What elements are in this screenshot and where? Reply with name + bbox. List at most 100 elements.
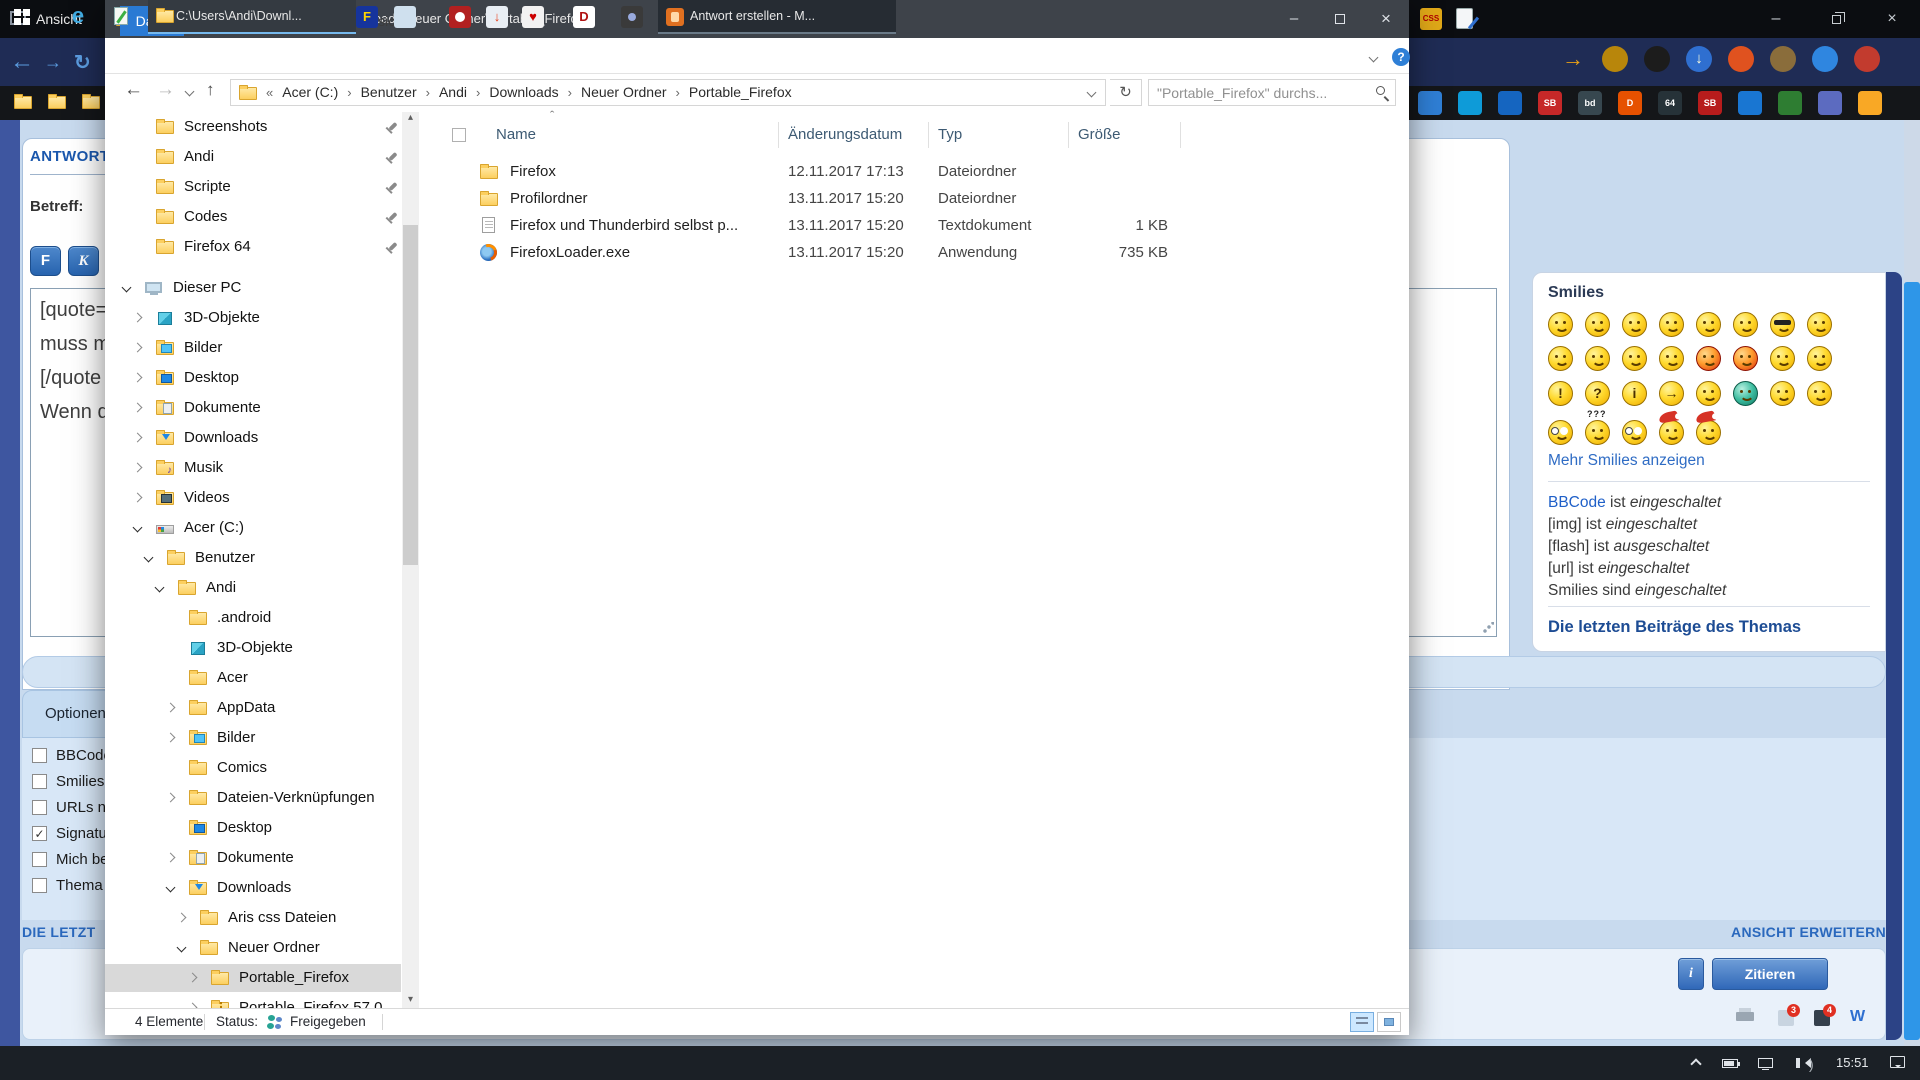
browser-action-icon[interactable]: → xyxy=(1560,46,1586,72)
tree-item-comics[interactable]: Comics xyxy=(105,754,401,782)
column-separator[interactable] xyxy=(1068,122,1069,148)
close-button[interactable]: × xyxy=(1363,0,1409,38)
tree-item-dieser-pc[interactable]: Dieser PC xyxy=(105,274,401,302)
expand-view-link[interactable]: ANSICHT ERWEITERN xyxy=(1640,924,1886,940)
bookmark-favicon[interactable] xyxy=(1818,91,1842,115)
select-all-checkbox[interactable] xyxy=(452,128,466,142)
smiley-exclaim[interactable]: ! xyxy=(1548,381,1573,406)
chevron-collapsed-icon[interactable] xyxy=(133,433,143,443)
browser-action-icon[interactable] xyxy=(1854,46,1880,72)
smiley-evil2[interactable] xyxy=(1733,346,1758,371)
nav-up-icon[interactable]: ↑ xyxy=(206,80,215,100)
notification-icon[interactable]: 4 xyxy=(1814,1010,1830,1026)
column-header-size[interactable]: Größe xyxy=(1078,122,1121,148)
notes-addon-icon[interactable] xyxy=(1456,8,1473,29)
tree-item-3d-objekte[interactable]: 3D-Objekte xyxy=(105,304,401,332)
media-player-icon[interactable] xyxy=(449,6,471,28)
smiley-blush[interactable] xyxy=(1622,346,1647,371)
search-input[interactable] xyxy=(1149,80,1395,105)
breadcrumb-item-portable-firefox[interactable]: Portable_Firefox xyxy=(685,80,796,105)
bookmark-favicon[interactable]: SB xyxy=(1698,91,1722,115)
tree-item-downloads[interactable]: Downloads xyxy=(105,874,401,902)
smiley-cry[interactable] xyxy=(1659,346,1684,371)
smiley-uhoh[interactable] xyxy=(1548,420,1573,445)
chevron-collapsed-icon[interactable] xyxy=(133,313,143,323)
tree-item-desktop[interactable]: Desktop xyxy=(105,364,401,392)
smiley-mrgreen[interactable] xyxy=(1733,381,1758,406)
printer-icon[interactable] xyxy=(1736,1012,1754,1021)
search-icon[interactable] xyxy=(1376,86,1385,95)
column-header-name[interactable]: Name xyxy=(496,122,536,148)
bookmark-favicon[interactable] xyxy=(1458,91,1482,115)
w-icon[interactable]: W xyxy=(1850,1008,1865,1026)
camera-tool-icon[interactable] xyxy=(621,6,643,28)
view-thumbnails-button[interactable] xyxy=(1377,1012,1401,1032)
column-header-type[interactable]: Typ xyxy=(938,122,962,148)
smiley-wink[interactable] xyxy=(1807,346,1832,371)
tree-item-android[interactable]: .android xyxy=(105,604,401,632)
quote-button[interactable]: Zitieren xyxy=(1712,958,1828,990)
breadcrumb-item-downloads[interactable]: Downloads xyxy=(485,80,562,105)
bookmark-favicon[interactable]: D xyxy=(1618,91,1642,115)
more-smilies-link[interactable]: Mehr Smilies anzeigen xyxy=(1548,452,1705,470)
smiley-cool[interactable] xyxy=(1770,312,1795,337)
chevron-expanded-icon[interactable] xyxy=(166,883,176,893)
chevron-collapsed-icon[interactable] xyxy=(177,913,187,923)
start-button[interactable] xyxy=(0,0,56,34)
browser-forward-icon[interactable]: → xyxy=(44,52,62,73)
chevron-collapsed-icon[interactable] xyxy=(133,343,143,353)
firefox-f-app-icon[interactable]: F xyxy=(356,6,378,28)
nav-forward-icon[interactable]: → xyxy=(156,79,175,101)
tree-item-acer[interactable]: Acer xyxy=(105,664,401,692)
chevron-expanded-icon[interactable] xyxy=(177,943,187,953)
smiley-santa2[interactable] xyxy=(1696,420,1721,445)
bookmark-favicon[interactable] xyxy=(1778,91,1802,115)
css-addon-icon[interactable]: CSS xyxy=(1420,8,1442,30)
address-dropdown-icon[interactable] xyxy=(1087,88,1097,98)
chevron-collapsed-icon[interactable] xyxy=(133,403,143,413)
checkbox-thema[interactable] xyxy=(32,878,47,893)
tree-item-appdata[interactable]: AppData xyxy=(105,694,401,722)
tree-item-downloads[interactable]: Downloads xyxy=(105,424,401,452)
file-row-profilordner[interactable]: Profilordner13.11.2017 15:20Dateiordner xyxy=(440,185,1200,212)
chevron-collapsed-icon[interactable] xyxy=(166,793,176,803)
smiley-shock[interactable] xyxy=(1659,312,1684,337)
tree-item-scripte[interactable]: Scripte xyxy=(105,173,401,201)
notepad-app-icon[interactable] xyxy=(100,0,144,34)
bookmark-folder-icon[interactable] xyxy=(48,96,66,109)
file-row-firefox[interactable]: Firefox12.11.2017 17:13Dateiordner xyxy=(440,158,1200,185)
taskbar-task-browser[interactable]: Antwort erstellen - M... xyxy=(658,0,896,34)
d-app-icon[interactable]: D xyxy=(573,6,595,28)
bookmark-folder-icon[interactable] xyxy=(14,96,32,109)
chevron-collapsed-icon[interactable] xyxy=(166,733,176,743)
file-row-firefox-und-thunderbird-selbst-p[interactable]: Firefox und Thunderbird selbst p...13.11… xyxy=(440,212,1200,239)
bookmark-favicon[interactable]: SB xyxy=(1538,91,1562,115)
cards-game-icon[interactable]: ♥ xyxy=(522,6,544,28)
tree-item-desktop[interactable]: Desktop xyxy=(105,814,401,842)
resize-handle-icon[interactable] xyxy=(1482,622,1494,634)
tree-item-firefox-64[interactable]: Firefox 64 xyxy=(105,233,401,261)
browser-action-icon[interactable] xyxy=(1812,46,1838,72)
nav-back-icon[interactable]: ← xyxy=(124,79,143,101)
file-row-firefoxloader-exe[interactable]: FirefoxLoader.exe13.11.2017 15:20Anwendu… xyxy=(440,239,1200,266)
column-separator[interactable] xyxy=(778,122,779,148)
tree-item-dokumente[interactable]: Dokumente xyxy=(105,394,401,422)
browser-restore-button[interactable] xyxy=(1816,0,1856,38)
column-separator[interactable] xyxy=(1180,122,1181,148)
smiley-huh[interactable]: ??? xyxy=(1585,420,1610,445)
tree-item-aris-css-dateien[interactable]: Aris css Dateien xyxy=(105,904,401,932)
smiley-grin[interactable] xyxy=(1548,312,1573,337)
tree-item-bilder[interactable]: Bilder xyxy=(105,334,401,362)
tree-item-portable-firefox-57-0[interactable]: Portable_Firefox 57.0 xyxy=(105,994,401,1009)
chevron-collapsed-icon[interactable] xyxy=(133,373,143,383)
chevron-collapsed-icon[interactable] xyxy=(188,973,198,983)
tree-item-benutzer[interactable]: Benutzer xyxy=(105,544,401,572)
maximize-button[interactable] xyxy=(1317,0,1363,38)
taskbar-task-explorer[interactable]: C:\Users\Andi\Downl... xyxy=(148,0,356,34)
smiley-smile[interactable] xyxy=(1585,312,1610,337)
refresh-icon[interactable]: ↻ xyxy=(1110,79,1142,106)
tree-scrollbar-thumb[interactable] xyxy=(403,225,418,565)
browser-close-button[interactable]: × xyxy=(1872,0,1912,38)
tree-item-dateien-verkn-pfungen[interactable]: Dateien-Verknüpfungen xyxy=(105,784,401,812)
bbcode-link[interactable]: BBCode xyxy=(1548,494,1606,511)
